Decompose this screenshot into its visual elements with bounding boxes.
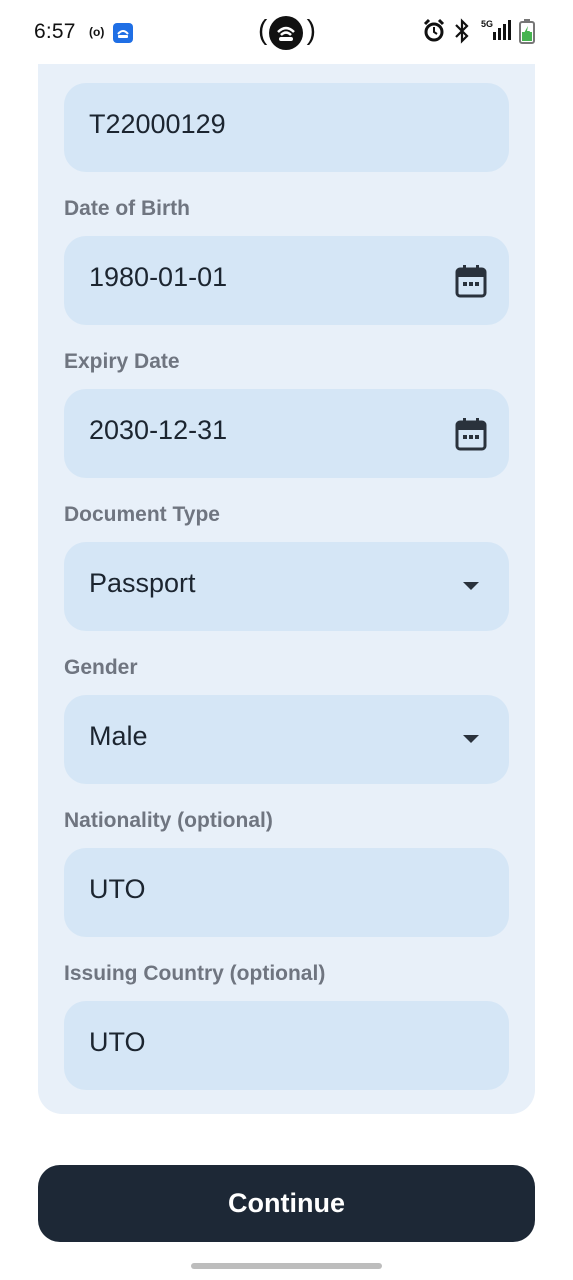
- bluetooth-icon: [455, 18, 469, 44]
- home-indicator[interactable]: [191, 1263, 382, 1269]
- continue-button[interactable]: Continue: [38, 1165, 535, 1242]
- nationality-label: Nationality (optional): [64, 809, 273, 832]
- screen: Document Number T22000129 Date of Birth …: [0, 0, 573, 1280]
- svg-text:5G: 5G: [481, 19, 493, 29]
- battery-icon: [519, 19, 535, 44]
- status-time: 6:57: [34, 20, 76, 43]
- app-notification-icon: [113, 23, 133, 43]
- issuing-country-value: UTO: [89, 1027, 146, 1057]
- status-bar: 6:57 (o) ( ) 5G: [0, 0, 573, 64]
- expiry-date-value: 2030-12-31: [89, 415, 228, 445]
- signal-icon: 5G: [481, 19, 511, 40]
- nationality-field[interactable]: UTO: [64, 848, 509, 937]
- hotspot-indicator: ( ): [258, 14, 316, 50]
- document-number-field[interactable]: T22000129: [64, 83, 509, 172]
- hotspot-icon: [269, 16, 303, 50]
- date-of-birth-field[interactable]: 1980-01-01: [64, 236, 509, 325]
- status-icons: 5G: [423, 18, 543, 46]
- calendar-icon[interactable]: [455, 417, 487, 451]
- gender-value: Male: [89, 721, 148, 751]
- nationality-value: UTO: [89, 874, 146, 904]
- chevron-down-icon: [463, 735, 479, 743]
- gender-label: Gender: [64, 656, 138, 679]
- date-of-birth-label: Date of Birth: [64, 197, 190, 220]
- document-type-label: Document Type: [64, 503, 220, 526]
- radio-icon: (o): [89, 25, 105, 39]
- document-type-value: Passport: [89, 568, 196, 598]
- issuing-country-field[interactable]: UTO: [64, 1001, 509, 1090]
- issuing-country-label: Issuing Country (optional): [64, 962, 326, 985]
- gender-select[interactable]: Male: [64, 695, 509, 784]
- calendar-icon[interactable]: [455, 264, 487, 298]
- expiry-date-label: Expiry Date: [64, 350, 180, 373]
- expiry-date-field[interactable]: 2030-12-31: [64, 389, 509, 478]
- date-of-birth-value: 1980-01-01: [89, 262, 228, 292]
- document-number-value: T22000129: [89, 109, 226, 139]
- chevron-down-icon: [463, 582, 479, 590]
- alarm-icon: [423, 18, 445, 42]
- document-type-select[interactable]: Passport: [64, 542, 509, 631]
